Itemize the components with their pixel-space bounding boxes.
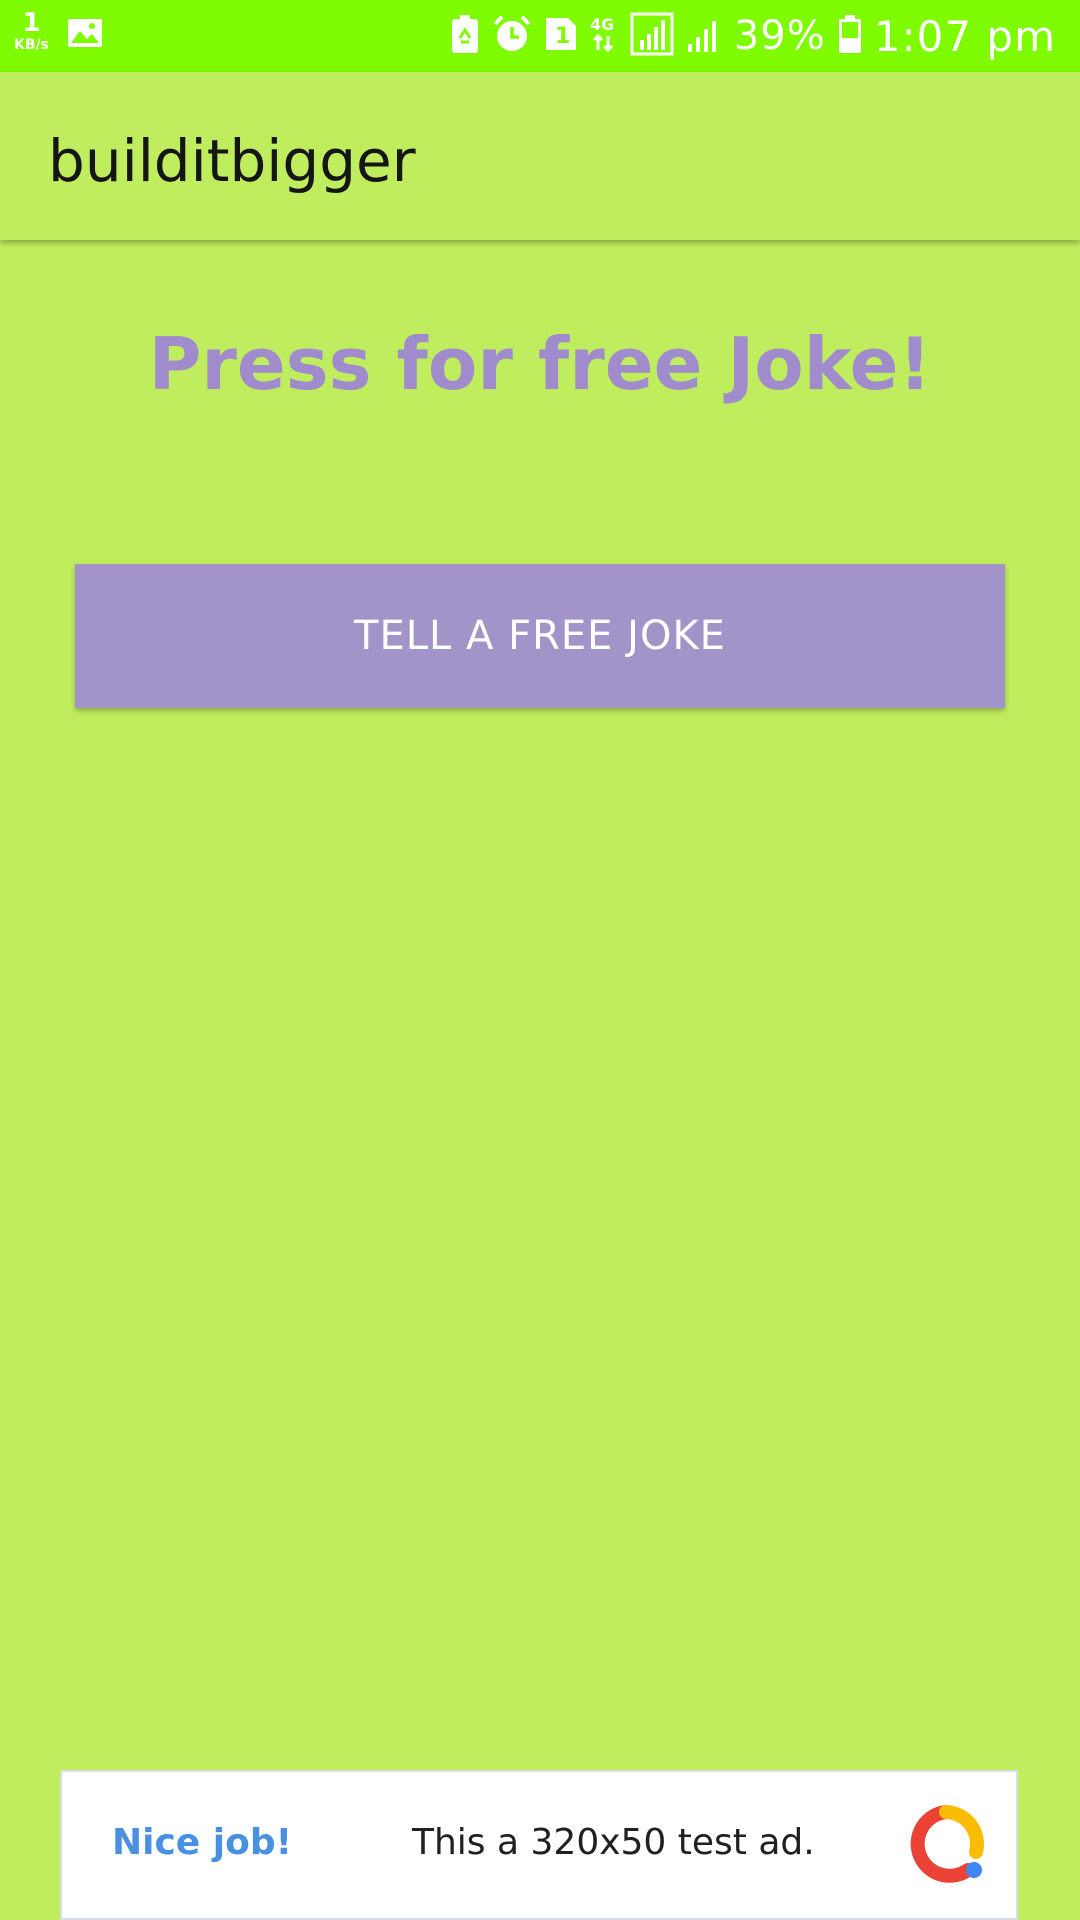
status-right: 1 4G 39% 1:07 pm [450, 0, 1056, 72]
ad-text: This a 320x50 test ad. [412, 1822, 815, 1863]
alarm-icon [492, 14, 532, 58]
clock: 1:07 pm [873, 11, 1056, 61]
network-speed-value: 1 [22, 8, 41, 38]
status-bar: 1 KB/s 1 4G 39% 1:07 pm [0, 0, 1080, 72]
sim-icon: 1 [544, 16, 578, 56]
network-4g-icon: 4G [590, 14, 618, 58]
battery-saver-icon [450, 14, 480, 58]
app-title: builditbigger [48, 127, 416, 195]
sim-label: 1 [555, 24, 570, 49]
signal-icon [630, 12, 674, 60]
network-speed-unit: KB/s [14, 37, 49, 53]
headline: Press for free Joke! [148, 322, 932, 406]
app-bar: builditbigger [0, 72, 1080, 240]
battery-icon [838, 14, 862, 58]
network-speed: 1 KB/s [14, 10, 49, 52]
signal-icon-2 [686, 14, 722, 58]
battery-percent: 39% [733, 13, 826, 59]
tell-joke-button[interactable]: TELL A FREE JOKE [75, 564, 1005, 708]
google-ad-logo-icon [906, 1804, 986, 1884]
network-4g-label: 4G [590, 15, 614, 34]
ad-banner[interactable]: Nice job! This a 320x50 test ad. [60, 1770, 1018, 1920]
image-icon [67, 10, 103, 52]
ad-nice-job-text: Nice job! [112, 1822, 293, 1863]
status-left: 1 KB/s [14, 10, 103, 52]
